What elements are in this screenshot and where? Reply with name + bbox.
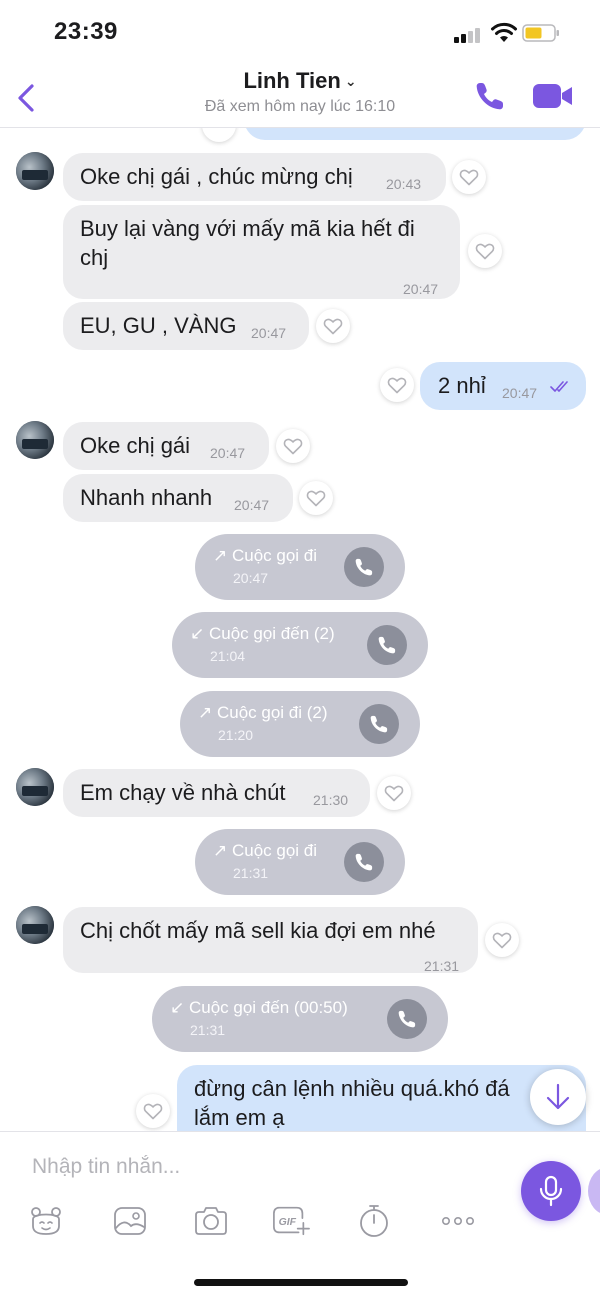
contact-title-block[interactable]: Linh Tien ⌄ Đã xem hôm nay lúc 16:10 [150, 68, 450, 116]
call-log-bubble[interactable]: ↗ Cuộc gọi đi 20:47 [195, 534, 405, 600]
avatar[interactable] [16, 906, 54, 944]
phone-icon[interactable] [474, 80, 506, 112]
message-time: 21:31 [424, 958, 460, 974]
chat-messages[interactable]: Oke chị gái , chúc mừng chị 20:43 Buy lạ… [0, 128, 600, 1131]
timer-icon[interactable] [355, 1202, 393, 1240]
like-icon[interactable] [377, 776, 411, 810]
chat-header: Linh Tien ⌄ Đã xem hôm nay lúc 16:10 [0, 62, 600, 128]
call-time: 20:47 [233, 570, 269, 586]
message-time: 20:47 [502, 385, 538, 401]
scroll-to-bottom-button[interactable] [530, 1069, 586, 1125]
gallery-icon[interactable] [111, 1202, 149, 1240]
call-time: 21:20 [218, 727, 254, 743]
like-icon[interactable] [299, 481, 333, 515]
message-text: Oke chị gái , chúc mừng chị [80, 164, 353, 189]
message-time: 20:47 [251, 325, 287, 341]
message-text: 2 nhỉ [438, 373, 486, 398]
contact-name[interactable]: Linh Tien ⌄ [150, 68, 450, 94]
extra-button-edge[interactable] [588, 1167, 600, 1215]
incoming-call-arrow-icon: ↙ [190, 624, 205, 643]
phone-icon[interactable] [344, 842, 384, 882]
outgoing-call-arrow-icon: ↗ [198, 703, 213, 722]
incoming-message[interactable]: Oke chị gái 20:47 [63, 422, 269, 470]
battery-icon [522, 24, 559, 42]
message-input[interactable] [32, 1152, 502, 1182]
incoming-call-arrow-icon: ↙ [170, 998, 185, 1017]
call-label: ↗ Cuộc gọi đi (2) [198, 703, 328, 722]
incoming-message[interactable]: Buy lại vàng với mấy mã kia hết đi chj 2… [63, 205, 460, 299]
message-text: EU, GU , VÀNG [80, 313, 237, 338]
microphone-icon [539, 1175, 563, 1207]
incoming-message[interactable]: Oke chị gái , chúc mừng chị 20:43 [63, 153, 446, 201]
phone-icon[interactable] [344, 547, 384, 587]
call-log-bubble[interactable]: ↗ Cuộc gọi đi 21:31 [195, 829, 405, 895]
avatar[interactable] [16, 152, 54, 190]
outgoing-call-arrow-icon: ↗ [213, 841, 228, 860]
call-label: ↗ Cuộc gọi đi [213, 841, 318, 860]
like-icon[interactable] [316, 309, 350, 343]
microphone-button[interactable] [521, 1161, 581, 1221]
call-time: 21:04 [210, 648, 246, 664]
incoming-message[interactable]: Nhanh nhanh 20:47 [63, 474, 293, 522]
like-icon[interactable] [202, 128, 236, 142]
avatar[interactable] [16, 421, 54, 459]
message-composer: GIF [0, 1131, 600, 1298]
read-receipt-icon [550, 381, 568, 392]
message-text: Nhanh nhanh [80, 485, 213, 510]
call-label: ↙ Cuộc gọi đến (00:50) [170, 998, 348, 1017]
call-time: 21:31 [233, 865, 269, 881]
message-text: Oke chị gái [80, 433, 191, 458]
svg-text:GIF: GIF [279, 1217, 297, 1228]
camera-icon[interactable] [192, 1202, 230, 1240]
phone-icon[interactable] [387, 999, 427, 1039]
cellular-signal-icon [454, 27, 484, 43]
incoming-message[interactable]: Chị chốt mấy mã sell kia đợi em nhé 21:3… [63, 907, 478, 974]
message-text-line: Buy lại vàng với mấy mã kia hết đi [80, 216, 415, 241]
message-time: 20:47 [403, 281, 439, 297]
status-time: 23:39 [54, 18, 118, 45]
sticker-icon[interactable] [27, 1202, 65, 1240]
outgoing-bubble-partial[interactable] [244, 128, 586, 140]
phone-icon[interactable] [359, 704, 399, 744]
call-log-bubble[interactable]: ↙ Cuộc gọi đến (2) 21:04 [172, 612, 428, 678]
like-icon[interactable] [485, 923, 519, 957]
outgoing-message[interactable]: đừng cân lệnh nhiều quá.khó đá lắm em ạ [177, 1065, 586, 1131]
incoming-message[interactable]: Em chạy về nhà chút 21:30 [63, 769, 370, 817]
message-text: Chị chốt mấy mã sell kia đợi em nhé [80, 918, 436, 943]
incoming-message[interactable]: EU, GU , VÀNG 20:47 [63, 302, 309, 350]
video-camera-icon[interactable] [532, 82, 574, 110]
message-time: 20:47 [234, 497, 270, 513]
chevron-down-icon[interactable]: ⌄ [345, 73, 357, 89]
message-text: Em chạy về nhà chút [80, 780, 286, 805]
message-text-line: chj [80, 245, 109, 270]
call-log-bubble[interactable]: ↗ Cuộc gọi đi (2) 21:20 [180, 691, 420, 757]
home-indicator [194, 1279, 408, 1286]
message-time: 20:47 [210, 445, 246, 461]
outgoing-call-arrow-icon: ↗ [213, 546, 228, 565]
call-label: ↗ Cuộc gọi đi [213, 546, 318, 565]
like-icon[interactable] [380, 368, 414, 402]
message-text-line: lắm em ạ [194, 1105, 285, 1130]
gif-icon[interactable]: GIF [272, 1202, 310, 1240]
outgoing-message[interactable]: 2 nhỉ 20:47 [420, 362, 586, 410]
message-text-line: đừng cân lệnh nhiều quá.khó đá [194, 1076, 510, 1101]
call-log-bubble[interactable]: ↙ Cuộc gọi đến (00:50) 21:31 [152, 986, 448, 1052]
more-icon[interactable] [439, 1202, 477, 1240]
like-icon[interactable] [136, 1094, 170, 1128]
last-seen-status: Đã xem hôm nay lúc 16:10 [204, 98, 396, 115]
message-time: 20:43 [386, 176, 422, 192]
message-time: 21:30 [313, 792, 349, 808]
avatar[interactable] [16, 768, 54, 806]
phone-icon[interactable] [367, 625, 407, 665]
call-time: 21:31 [190, 1022, 226, 1038]
like-icon[interactable] [452, 160, 486, 194]
arrow-down-icon [546, 1083, 570, 1110]
wifi-icon [491, 22, 517, 42]
call-label: ↙ Cuộc gọi đến (2) [190, 624, 335, 643]
like-icon[interactable] [276, 429, 310, 463]
status-bar: 23:39 [0, 0, 600, 62]
like-icon[interactable] [468, 234, 502, 268]
back-chevron-icon[interactable] [12, 80, 40, 116]
